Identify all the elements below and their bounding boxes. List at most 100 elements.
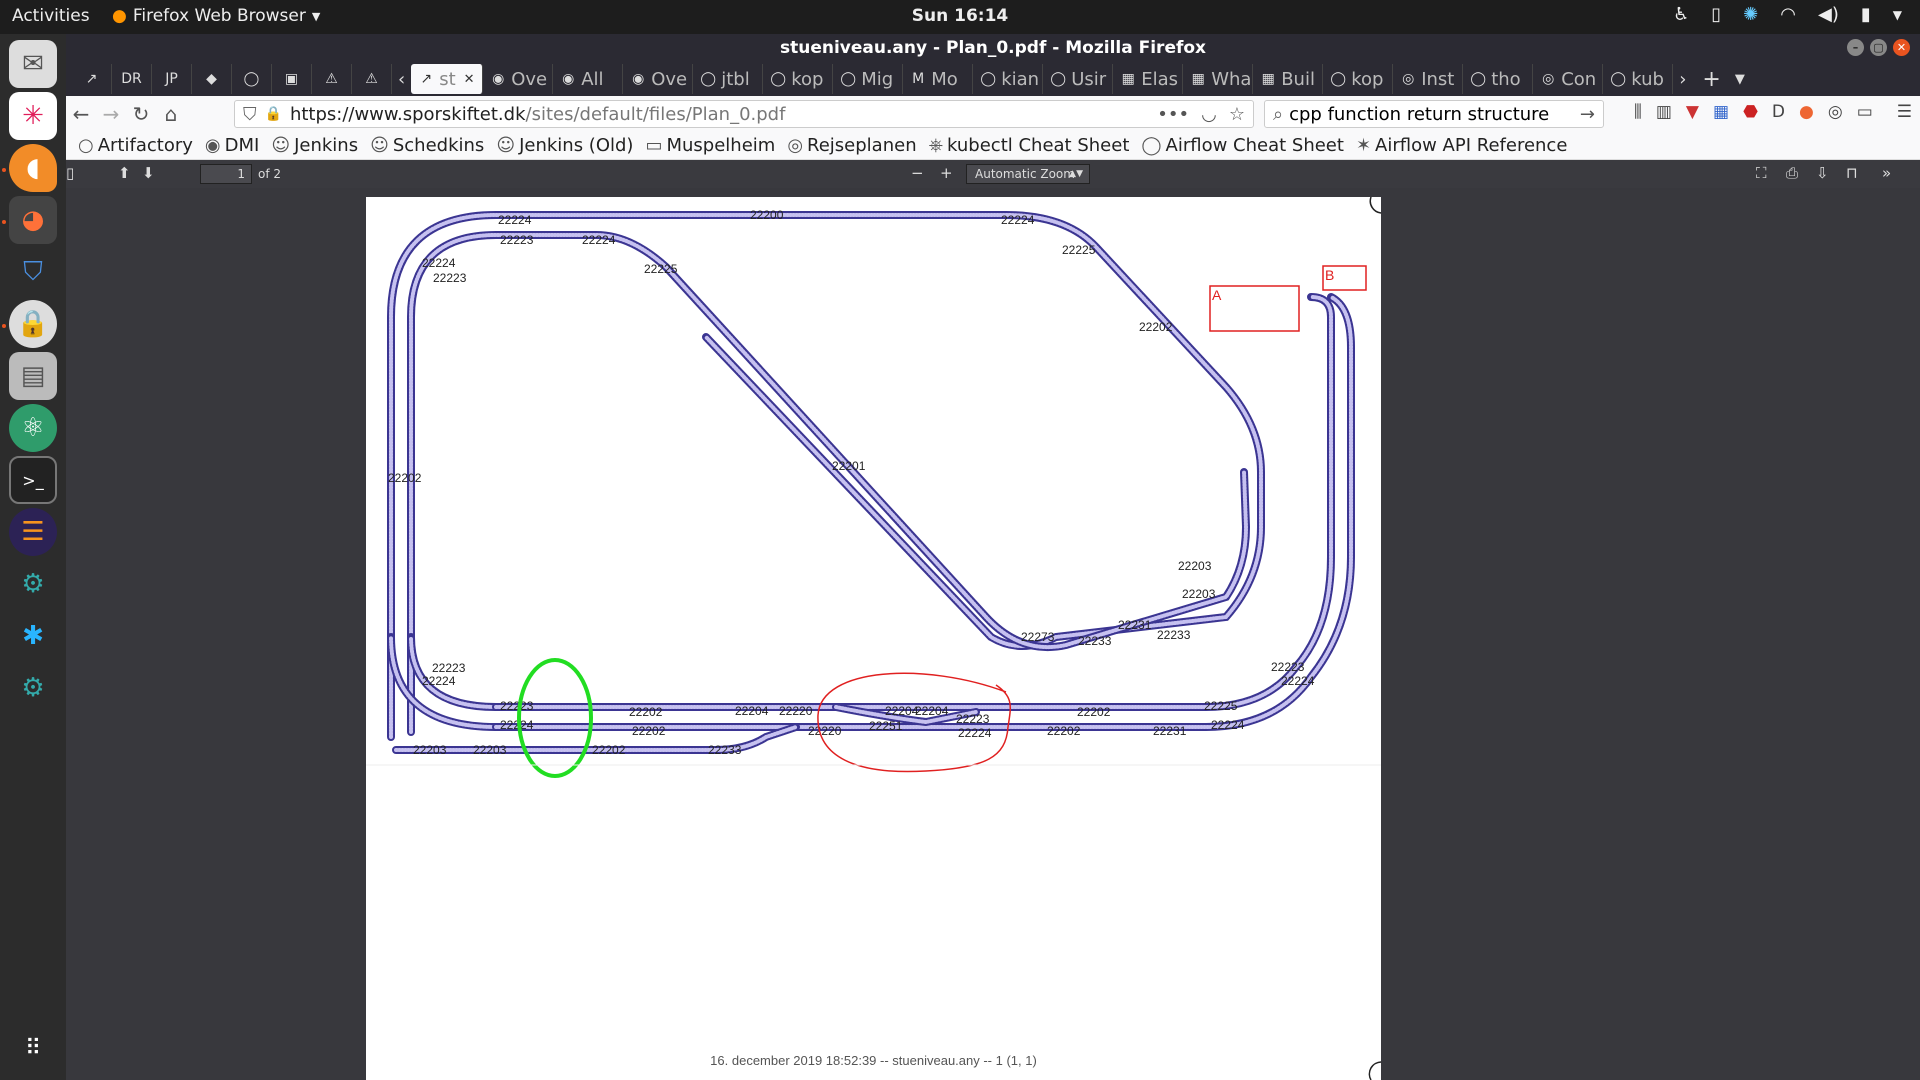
password-manager-icon[interactable]: 🔒 (9, 300, 57, 348)
bookmark-item[interactable]: ▭ Muspelheim (645, 135, 775, 156)
tab[interactable]: JP (152, 64, 192, 94)
tab[interactable]: ▦ Elas (1113, 64, 1184, 94)
battery-icon[interactable]: ▮ (1861, 4, 1871, 25)
zoom-select[interactable]: Automatic Zoom ▲▼ (966, 164, 1090, 184)
tab[interactable]: ◉ Ove (623, 64, 694, 94)
bookmark-item[interactable]: ◯ Airflow Cheat Sheet (1141, 135, 1344, 156)
tab[interactable]: ◯ Usir (1043, 64, 1114, 94)
clipboard-icon[interactable]: ▯ (1711, 4, 1721, 25)
wifi-icon[interactable]: ◠ (1780, 4, 1796, 25)
volume-icon[interactable]: ◀) (1818, 4, 1839, 25)
tab[interactable]: ◯ kian (973, 64, 1044, 94)
download-icon[interactable]: ⇩ (1816, 164, 1829, 182)
show-applications-icon[interactable]: ⠿ (9, 1024, 57, 1072)
tab-list-icon[interactable]: ▼ (1735, 72, 1745, 87)
files-icon[interactable]: ▤ (9, 352, 57, 400)
bookmark-item[interactable]: ◉ DMI (205, 135, 259, 156)
tab-scroll-left-icon[interactable]: ‹ (392, 69, 411, 90)
extension-icon[interactable]: D (1772, 102, 1785, 122)
eclipse-icon[interactable]: ☰ (9, 508, 57, 556)
shield-icon[interactable]: ⛉ (243, 104, 257, 125)
tab-scroll-right-icon[interactable]: › (1679, 69, 1686, 90)
previous-page-icon[interactable]: ⬆ (118, 164, 131, 182)
bookmark-icon[interactable]: ⊓ (1846, 164, 1858, 182)
zoom-in-button[interactable]: + (940, 164, 953, 182)
tab[interactable]: ↗ st ✕ (411, 64, 484, 94)
bookmark-item[interactable]: ☺ Jenkins (271, 135, 358, 156)
tab[interactable]: ▦ Buil (1253, 64, 1324, 94)
weather-icon[interactable]: ✺ (1743, 4, 1758, 25)
lock-icon[interactable]: 🔒 (265, 106, 282, 122)
search-bar[interactable]: ⌕ cpp function return structure → (1264, 100, 1604, 128)
power-menu-icon[interactable]: ▼ (1893, 8, 1902, 22)
atom-icon[interactable]: ⚛ (9, 404, 57, 452)
tools-icon[interactable]: » (1882, 164, 1891, 182)
maximize-button[interactable]: ▢ (1870, 39, 1887, 56)
next-page-icon[interactable]: ⬇ (142, 164, 155, 182)
print-icon[interactable]: ⎙ (1786, 164, 1798, 182)
accessibility-icon[interactable]: ♿ (1673, 4, 1689, 25)
tab[interactable]: M Mo (903, 64, 974, 94)
tab[interactable]: ◯ Mig (833, 64, 904, 94)
pdf-viewer[interactable]: 22224 22200 22224 22223 22224 22225 22224 22223… (66, 197, 1920, 1080)
search-input[interactable]: cpp function return structure (1289, 104, 1574, 125)
tab[interactable]: ◯ jtbl (693, 64, 764, 94)
presentation-mode-icon[interactable]: ⛶ (1756, 164, 1767, 182)
pocket-icon[interactable]: ◡ (1201, 104, 1217, 125)
tab[interactable]: ◆ (192, 64, 232, 94)
home-button[interactable]: ⌂ (156, 102, 186, 126)
app-menu[interactable]: ● Firefox Web Browser ▼ (112, 6, 320, 26)
gear-app-icon[interactable]: ⚙ (9, 664, 57, 712)
extension-icon[interactable]: ◎ (1828, 102, 1843, 122)
tab[interactable]: ◎ Inst (1393, 64, 1464, 94)
tab[interactable]: ↗ (72, 64, 112, 94)
slack-icon[interactable]: ✳ (9, 92, 57, 140)
close-window-button[interactable]: ✕ (1893, 39, 1910, 56)
tab[interactable]: ◉ All (553, 64, 624, 94)
sublime-icon[interactable]: ◖ (9, 144, 57, 192)
terminal-icon[interactable]: >_ (9, 456, 57, 504)
extension-badge-icon[interactable]: ▦ (1713, 102, 1729, 122)
extension-icon[interactable]: ▼ (1686, 102, 1699, 122)
tab[interactable]: DR (112, 64, 152, 94)
close-tab-icon[interactable]: ✕ (464, 72, 475, 87)
mail-icon[interactable]: ✉ (9, 40, 57, 88)
tab[interactable]: ⚠ (312, 64, 352, 94)
library-icon[interactable]: ⫼ (1634, 102, 1642, 122)
page-actions-icon[interactable]: ••• (1157, 104, 1189, 125)
search-go-icon[interactable]: → (1580, 104, 1595, 125)
tab[interactable]: ▣ (272, 64, 312, 94)
bookmark-item[interactable]: ⎈ kubectl Cheat Sheet (929, 135, 1130, 156)
tab[interactable]: ◎ Con (1533, 64, 1604, 94)
forward-button[interactable]: → (96, 102, 126, 126)
tab[interactable]: ◯ kub (1603, 64, 1674, 94)
bookmark-item[interactable]: ○ Artifactory (78, 135, 193, 156)
adblock-icon[interactable]: ⬣ (1743, 102, 1758, 122)
url-bar[interactable]: ⛉ 🔒 https://www.sporskiftet.dk/sites/def… (234, 100, 1254, 128)
minimize-button[interactable]: – (1847, 39, 1864, 56)
tab[interactable]: ▦ Wha (1183, 64, 1254, 94)
firefox-icon[interactable]: ◕ (9, 196, 57, 244)
back-button[interactable]: ← (66, 102, 96, 126)
zoom-out-button[interactable]: − (911, 164, 924, 182)
snowflake-icon[interactable]: ✱ (9, 612, 57, 660)
tab[interactable]: ◯ kop (1323, 64, 1394, 94)
extension-icon[interactable]: ▭ (1857, 102, 1873, 122)
sidebar-toggle-icon[interactable]: ▯ (66, 164, 80, 182)
bookmark-item[interactable]: ☺ Schedkins (370, 135, 484, 156)
page-number-input[interactable]: 1 (200, 164, 252, 184)
reload-button[interactable]: ↻ (126, 102, 156, 126)
extension-icon[interactable]: ● (1799, 102, 1814, 122)
tab[interactable]: ⚠ (352, 64, 392, 94)
url-text[interactable]: https://www.sporskiftet.dk/sites/default… (290, 104, 786, 125)
gear-app-icon[interactable]: ⚙ (9, 560, 57, 608)
bookmark-item[interactable]: ✶ Airflow API Reference (1356, 135, 1567, 156)
sidebar-icon[interactable]: ▥ (1656, 102, 1672, 122)
clock[interactable]: Sun 16:14 (912, 6, 1008, 26)
tab[interactable]: ◉ Ove (483, 64, 554, 94)
bookmark-item[interactable]: ◎ Rejseplanen (787, 135, 916, 156)
tab[interactable]: ◯ kop (763, 64, 834, 94)
vpn-icon[interactable]: ⛉ (9, 248, 57, 296)
bookmark-star-icon[interactable]: ☆ (1229, 104, 1245, 125)
tab[interactable]: ◯ (232, 64, 272, 94)
